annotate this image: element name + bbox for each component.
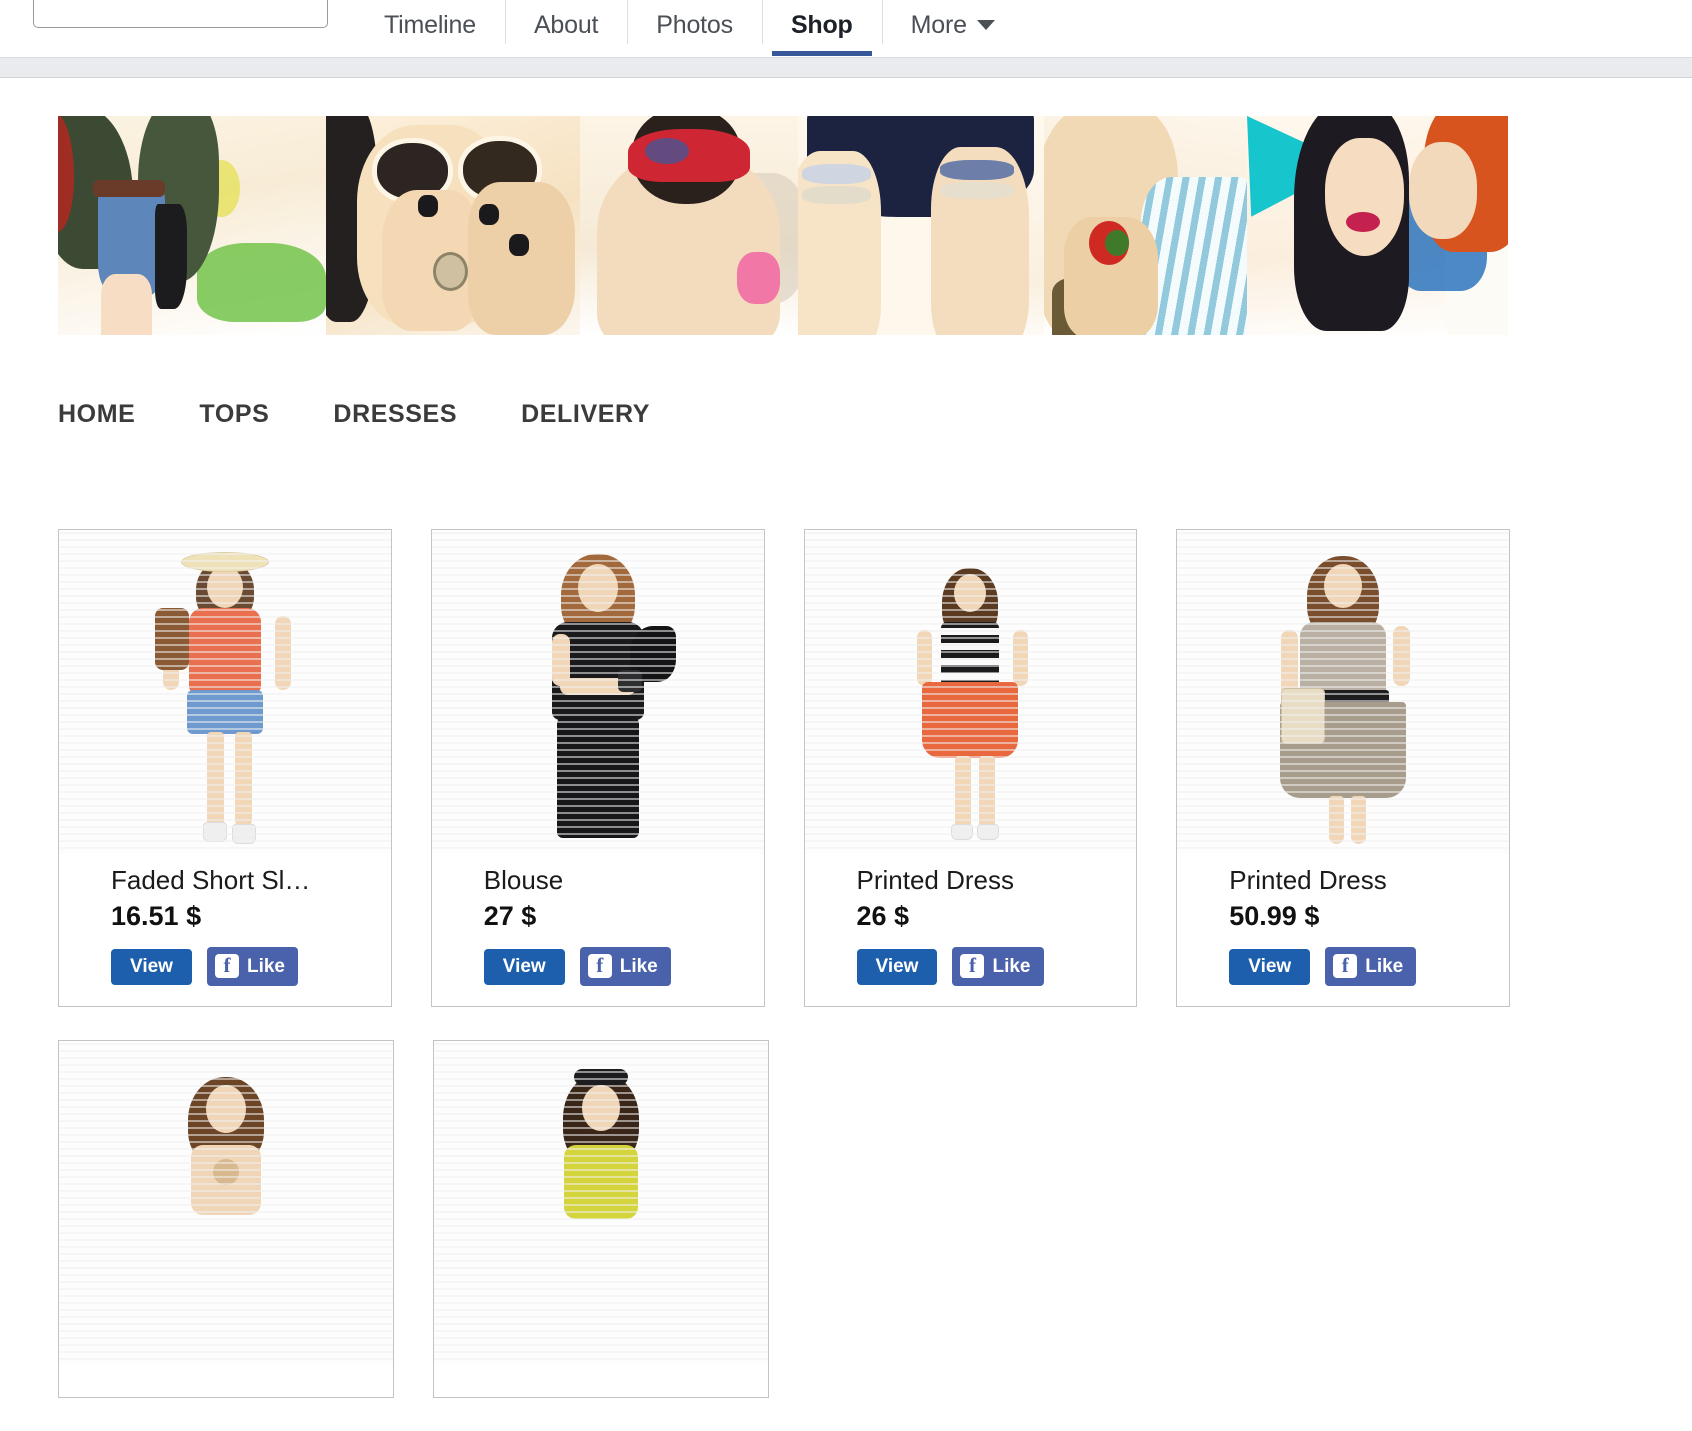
like-button-label: Like <box>992 955 1031 977</box>
product-actions: View Like <box>1229 947 1457 987</box>
tab-more-label: More <box>910 10 967 39</box>
like-button[interactable]: Like <box>206 947 298 987</box>
product-image[interactable] <box>1177 530 1509 854</box>
product-price: 26 $ <box>856 901 910 932</box>
product-title: Printed Dress <box>1229 865 1387 895</box>
like-button[interactable]: Like <box>952 947 1044 987</box>
product-price: 16.51 $ <box>111 901 202 932</box>
shop-nav-item-delivery[interactable]: DELIVERY <box>521 400 650 429</box>
active-tab-underline <box>771 51 872 56</box>
product-info: Faded Short Sl… 16.51 $ View Like <box>59 854 391 1006</box>
cover-pane-denim <box>58 116 327 335</box>
product-info: Printed Dress 26 $ View Like <box>805 854 1137 1006</box>
tab-more[interactable]: More <box>881 0 1024 50</box>
facebook-icon <box>587 954 612 979</box>
product-info: Blouse 27 $ View Like <box>432 854 764 1006</box>
product-image[interactable] <box>59 1041 393 1366</box>
product-image[interactable] <box>804 530 1137 854</box>
profile-tab-bar: Timeline About Photos Shop More <box>0 0 1692 57</box>
tab-timeline-label: Timeline <box>384 10 476 39</box>
cover-pane-sunglasses <box>326 116 580 335</box>
like-button[interactable]: Like <box>579 947 671 987</box>
product-actions: View Like <box>856 947 1085 987</box>
product-card[interactable]: Printed Dress 50.99 $ View Like <box>1176 529 1510 1008</box>
facebook-icon <box>214 954 239 979</box>
cover-pane-bandana <box>580 116 798 335</box>
chevron-down-icon <box>976 20 995 30</box>
product-info <box>59 1365 393 1397</box>
product-row <box>58 1040 1510 1399</box>
product-info <box>434 1365 768 1397</box>
like-button-label: Like <box>1365 955 1404 977</box>
product-card[interactable]: Faded Short Sl… 16.51 $ View Like <box>58 529 392 1008</box>
shop-nav-item-home[interactable]: HOME <box>58 400 135 429</box>
product-card[interactable] <box>58 1040 394 1399</box>
product-title: Faded Short Sl… <box>111 865 311 895</box>
like-button-label: Like <box>246 955 285 977</box>
product-actions: View Like <box>111 947 339 987</box>
cover-pane-bracelets <box>797 116 1044 335</box>
section-divider-strip <box>0 57 1692 78</box>
profile-picture-art <box>239 0 309 5</box>
cover-pane-floral-ring <box>1044 116 1247 335</box>
tab-list: Timeline About Photos Shop More <box>355 0 1024 57</box>
product-card[interactable]: Blouse 27 $ View Like <box>430 529 765 1008</box>
facebook-icon <box>960 954 985 979</box>
shop-cover-image[interactable] <box>58 116 1508 335</box>
like-button[interactable]: Like <box>1325 947 1417 987</box>
product-price: 50.99 $ <box>1229 901 1320 932</box>
product-image[interactable] <box>434 1041 768 1366</box>
product-card[interactable] <box>433 1040 769 1399</box>
cover-pane-models <box>1247 116 1508 335</box>
product-title: Printed Dress <box>856 865 1015 895</box>
product-image[interactable] <box>59 530 391 854</box>
view-button[interactable]: View <box>1229 948 1311 985</box>
tab-shop-label: Shop <box>790 10 853 39</box>
tab-timeline[interactable]: Timeline <box>355 0 505 50</box>
product-actions: View Like <box>483 947 712 987</box>
product-image[interactable] <box>431 530 764 854</box>
like-button-label: Like <box>619 955 658 977</box>
product-price: 27 $ <box>483 901 537 932</box>
tab-about-label: About <box>533 10 599 39</box>
shop-nav-item-tops[interactable]: TOPS <box>199 400 269 429</box>
tab-photos[interactable]: Photos <box>627 0 762 50</box>
tab-about[interactable]: About <box>504 0 627 50</box>
view-button[interactable]: View <box>856 948 938 985</box>
shop-nav: HOME TOPS DRESSES DELIVERY <box>58 400 650 429</box>
shop-section: HOME TOPS DRESSES DELIVERY Faded Short S… <box>0 79 1692 1399</box>
product-row: Faded Short Sl… 16.51 $ View Like <box>58 529 1510 1008</box>
tab-photos-label: Photos <box>656 10 733 39</box>
product-info: Printed Dress 50.99 $ View Like <box>1177 854 1509 1006</box>
shop-nav-item-dresses[interactable]: DRESSES <box>333 400 457 429</box>
facebook-icon <box>1333 954 1358 979</box>
product-grid: Faded Short Sl… 16.51 $ View Like <box>58 529 1510 1431</box>
view-button[interactable]: View <box>483 948 565 985</box>
product-card[interactable]: Printed Dress 26 $ View Like <box>803 529 1138 1008</box>
profile-picture-frame[interactable] <box>33 0 328 28</box>
tab-shop[interactable]: Shop <box>761 0 882 56</box>
view-button[interactable]: View <box>111 948 192 985</box>
product-title: Blouse <box>483 865 564 895</box>
